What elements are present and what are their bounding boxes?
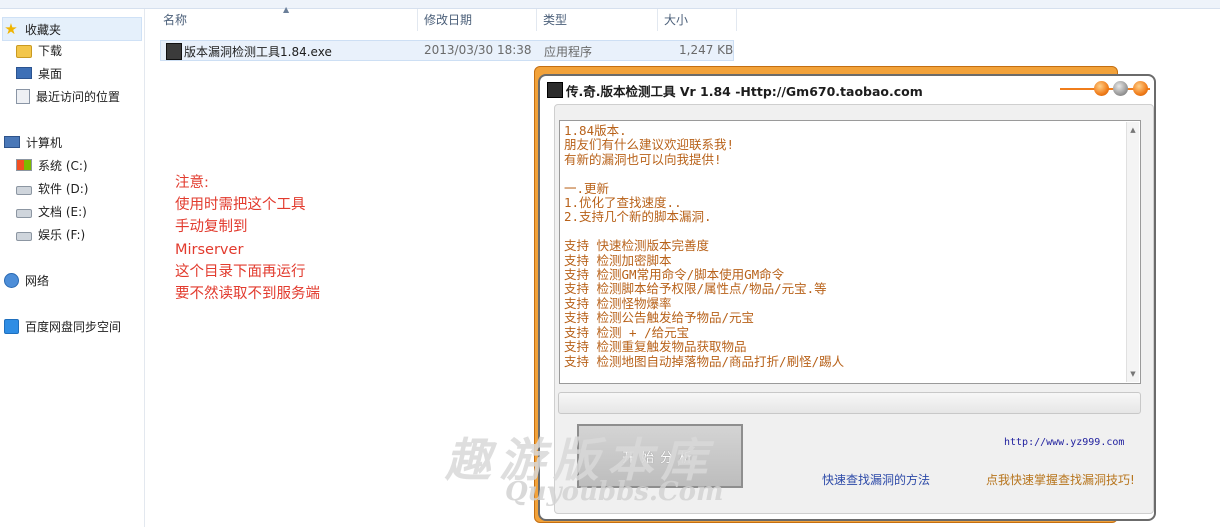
scroll-up-icon[interactable]: ▲ — [1127, 124, 1139, 136]
info-text-line: 支持 检测怪物爆率 — [564, 295, 672, 311]
info-text-line: 支持 检测GM常用命令/脚本使用GM命令 — [564, 267, 785, 283]
info-text-line: 一.更新 — [564, 180, 610, 196]
close-button[interactable] — [1133, 81, 1148, 96]
column-header-size[interactable]: 大小 — [658, 9, 736, 31]
info-text-line: 支持 检测 + /给元宝 — [564, 324, 690, 340]
nav-item-computer[interactable]: 计算机 — [4, 131, 62, 153]
notice-line: 这个目录下面再运行 — [175, 263, 306, 280]
textbox-scrollbar[interactable]: ▲ ▼ — [1126, 122, 1139, 382]
file-row[interactable]: 版本漏洞检测工具1.84.exe 2013/03/30 18:38 应用程序 1… — [160, 40, 734, 61]
drive-icon — [16, 209, 32, 218]
nav-item-drive-f[interactable]: 娱乐 (F:) — [16, 223, 85, 245]
nav-item-desktop[interactable]: 桌面 — [16, 62, 62, 84]
file-type: 应用程序 — [544, 45, 593, 59]
info-text-line: 支持 检测重复触发物品获取物品 — [564, 339, 747, 355]
info-text-line — [564, 225, 844, 239]
nav-label: 百度网盘同步空间 — [25, 319, 122, 334]
info-text-line: 支持 检测加密脚本 — [564, 252, 672, 268]
recent-places-icon — [16, 88, 30, 104]
usage-notice: 注意: 使用时需把这个工具 手动复制到 Mirserver 这个目录下面再运行 … — [175, 172, 320, 305]
tips-link[interactable]: 点我快速掌握查找漏洞技巧! — [986, 471, 1135, 488]
info-text-line: 有新的漏洞也可以向我提供! — [564, 151, 722, 167]
nav-label: 下载 — [38, 43, 63, 58]
nav-label: 桌面 — [38, 66, 63, 81]
info-text: 1.84版本. 朋友们有什么建议欢迎联系我! 有新的漏洞也可以向我提供! 一.更新 1… — [564, 123, 845, 369]
column-header-name[interactable]: 名称 — [157, 9, 417, 31]
minimize-button[interactable] — [1094, 81, 1109, 96]
computer-icon — [4, 136, 20, 148]
desktop-icon — [16, 67, 32, 79]
app-title: 传.奇.版本检测工具 Vr 1.84 -Http://Gm670.taobao.… — [566, 84, 923, 99]
info-text-line: 支持 快速检测版本完善度 — [564, 238, 710, 254]
info-text-line: 1.优化了查找速度.. — [564, 195, 682, 211]
nav-label: 系统 (C:) — [38, 158, 88, 173]
notice-line: 注意: — [175, 175, 209, 191]
nav-label: 软件 (D:) — [38, 181, 89, 196]
notice-line: 手动复制到 — [175, 219, 248, 236]
app-icon — [547, 82, 563, 98]
network-icon — [4, 272, 19, 288]
file-modified: 2013/03/30 18:38 — [424, 43, 532, 57]
nav-item-recent[interactable]: 最近访问的位置 — [16, 85, 120, 107]
file-name: 版本漏洞检测工具1.84.exe — [184, 45, 332, 59]
system-drive-icon — [16, 159, 32, 171]
nav-item-baidu-sync[interactable]: 百度网盘同步空间 — [4, 315, 121, 337]
info-text-line: 支持 检测地图自动掉落物品/商品打折/刷怪/踢人 — [564, 353, 845, 369]
progress-bar — [558, 392, 1141, 414]
nav-label: 网络 — [25, 273, 50, 288]
baidu-cloud-icon — [4, 318, 19, 334]
file-size: 1,247 KB — [679, 43, 734, 57]
exe-icon — [166, 43, 182, 60]
navigation-pane: ★ 收藏夹 下载 桌面 最近访问的位置 计算机 系统 (C:) 软件 (D:) … — [0, 9, 145, 527]
drive-icon — [16, 232, 32, 241]
nav-item-downloads[interactable]: 下载 — [16, 39, 62, 61]
notice-line: Mirserver — [175, 241, 244, 258]
nav-label: 文档 (E:) — [38, 204, 87, 219]
column-header-modified[interactable]: 修改日期 — [418, 9, 536, 31]
download-folder-icon — [16, 45, 32, 58]
column-divider[interactable] — [736, 9, 737, 31]
nav-item-network[interactable]: 网络 — [4, 269, 49, 291]
drive-icon — [16, 186, 32, 195]
info-text-line: 支持 检测公告触发给予物品/元宝 — [564, 310, 755, 326]
start-analysis-button[interactable]: 开始分析 — [577, 424, 743, 488]
site-url[interactable]: http://www.yz999.com — [1004, 437, 1124, 448]
nav-item-favorites[interactable]: ★ 收藏夹 — [2, 17, 142, 41]
maximize-button[interactable] — [1113, 81, 1128, 96]
nav-label: 最近访问的位置 — [36, 89, 121, 104]
scroll-down-icon[interactable]: ▼ — [1127, 368, 1139, 380]
star-icon: ★ — [4, 20, 18, 38]
top-strip — [0, 0, 1220, 9]
column-header-type[interactable]: 类型 — [537, 9, 657, 31]
info-text-line: 朋友们有什么建议欢迎联系我! — [564, 137, 735, 153]
nav-label: 娱乐 (F:) — [38, 227, 86, 242]
info-text-line: 1.84版本. — [564, 123, 627, 138]
info-text-line — [564, 167, 844, 181]
find-vulnerability-link[interactable]: 快速查找漏洞的方法 — [822, 471, 930, 488]
info-text-line: 2.支持几个新的脚本漏洞. — [564, 209, 712, 225]
nav-label: 收藏夹 — [25, 22, 62, 37]
notice-line: 使用时需把这个工具 — [175, 197, 306, 214]
info-textbox[interactable]: 1.84版本. 朋友们有什么建议欢迎联系我! 有新的漏洞也可以向我提供! 一.更新 1… — [559, 120, 1141, 384]
nav-label: 计算机 — [26, 135, 63, 150]
nav-item-drive-e[interactable]: 文档 (E:) — [16, 200, 87, 222]
notice-line: 要不然读取不到服务端 — [175, 286, 320, 303]
nav-item-drive-d[interactable]: 软件 (D:) — [16, 177, 88, 199]
nav-item-drive-c[interactable]: 系统 (C:) — [16, 154, 88, 176]
info-text-line: 支持 检测脚本给予权限/属性点/物品/元宝.等 — [564, 281, 827, 297]
